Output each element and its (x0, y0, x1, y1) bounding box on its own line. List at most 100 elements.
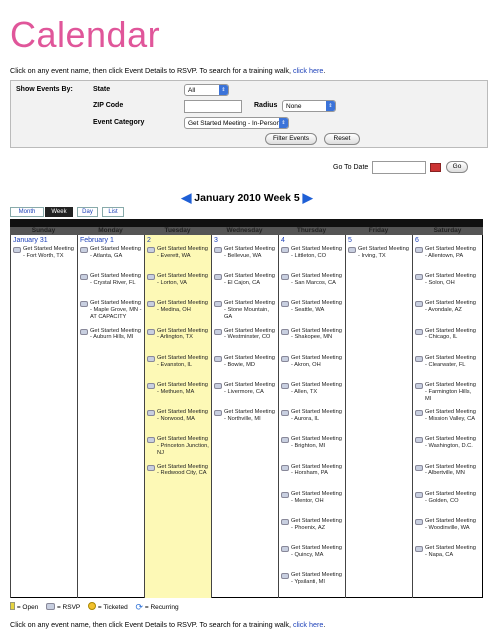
event-item[interactable]: Get Started Meeting - Crystal River, FL (80, 273, 142, 300)
event-name[interactable]: Get Started Meeting - Atlanta, GA (90, 246, 144, 260)
event-name[interactable]: Get Started Meeting - Livermore, CA (224, 382, 278, 396)
event-item[interactable]: Get Started Meeting - Woodinville, WA (415, 518, 477, 545)
prev-week-arrow-icon[interactable]: ◀ (181, 190, 191, 206)
event-name[interactable]: Get Started Meeting - Washington, D.C. (425, 436, 479, 450)
event-item[interactable]: Get Started Meeting - Norwood, MA (147, 409, 209, 436)
event-name[interactable]: Get Started Meeting - Quincy, MA (291, 545, 345, 559)
go-button[interactable]: Go (446, 161, 468, 173)
event-item[interactable]: Get Started Meeting - Atlanta, GA (80, 246, 142, 273)
day-date-link[interactable]: 5 (348, 237, 352, 244)
event-name[interactable]: Get Started Meeting - Mentor, OH (291, 491, 345, 505)
event-item[interactable]: Get Started Meeting - Lorton, VA (147, 273, 209, 300)
event-name[interactable]: Get Started Meeting - Seattle, WA (291, 300, 345, 314)
event-item[interactable]: Get Started Meeting - Avondale, AZ (415, 300, 477, 327)
event-name[interactable]: Get Started Meeting - Northville, MI (224, 409, 278, 423)
day-date-link[interactable]: February 1 (80, 237, 114, 244)
state-select[interactable]: All ⇕ (184, 84, 229, 96)
event-item[interactable]: Get Started Meeting - Ypsilanti, MI (281, 572, 343, 599)
event-name[interactable]: Get Started Meeting - Lorton, VA (157, 273, 211, 287)
event-item[interactable]: Get Started Meeting - Maple Grove, MN - … (80, 300, 142, 327)
event-name[interactable]: Get Started Meeting - Ypsilanti, MI (291, 572, 345, 586)
event-item[interactable]: Get Started Meeting - Everett, WA (147, 246, 209, 273)
filter-events-button[interactable]: Filter Events (265, 133, 317, 145)
event-item[interactable]: Get Started Meeting - Princeton Junction… (147, 436, 209, 463)
day-date-link[interactable]: 4 (281, 237, 285, 244)
event-name[interactable]: Get Started Meeting - Aurora, IL (291, 409, 345, 423)
event-item[interactable]: Get Started Meeting - Phoenix, AZ (281, 518, 343, 545)
event-name[interactable]: Get Started Meeting - Albertville, MN (425, 464, 479, 478)
event-item[interactable]: Get Started Meeting - San Marcos, CA (281, 273, 343, 300)
event-name[interactable]: Get Started Meeting - Everett, WA (157, 246, 211, 260)
event-item[interactable]: Get Started Meeting - Washington, D.C. (415, 436, 477, 463)
event-item[interactable]: Get Started Meeting - Methuen, MA (147, 382, 209, 409)
reset-button[interactable]: Reset (324, 133, 360, 145)
event-item[interactable]: Get Started Meeting - Mentor, OH (281, 491, 343, 518)
event-name[interactable]: Get Started Meeting - Fort Worth, TX (23, 246, 77, 260)
event-name[interactable]: Get Started Meeting - Arlington, TX (157, 328, 211, 342)
radius-select[interactable]: None ⇕ (282, 100, 336, 112)
event-name[interactable]: Get Started Meeting - Chicago, IL (425, 328, 479, 342)
event-name[interactable]: Get Started Meeting - Stone Mountain, GA (224, 300, 278, 320)
calendar-icon[interactable] (430, 163, 441, 172)
event-item[interactable]: Get Started Meeting - Allentown, PA (415, 246, 477, 273)
tab-week[interactable]: Week (45, 207, 73, 217)
event-item[interactable]: Get Started Meeting - Westminster, CO (214, 328, 276, 355)
event-name[interactable]: Get Started Meeting - Golden, CO (425, 491, 479, 505)
event-name[interactable]: Get Started Meeting - Solon, OH (425, 273, 479, 287)
event-item[interactable]: Get Started Meeting - Fort Worth, TX (13, 246, 75, 273)
event-name[interactable]: Get Started Meeting - Methuen, MA (157, 382, 211, 396)
day-date-link[interactable]: 3 (214, 237, 218, 244)
event-item[interactable]: Get Started Meeting - Quincy, MA (281, 545, 343, 572)
event-item[interactable]: Get Started Meeting - Albertville, MN (415, 464, 477, 491)
event-item[interactable]: Get Started Meeting - Littleton, CO (281, 246, 343, 273)
event-name[interactable]: Get Started Meeting - Littleton, CO (291, 246, 345, 260)
tab-list[interactable]: List (102, 207, 124, 217)
event-name[interactable]: Get Started Meeting - Maple Grove, MN - … (90, 300, 144, 320)
event-name[interactable]: Get Started Meeting - Horsham, PA (291, 464, 345, 478)
event-item[interactable]: Get Started Meeting - Irving, TX (348, 246, 410, 273)
event-name[interactable]: Get Started Meeting - El Cajon, CA (224, 273, 278, 287)
event-name[interactable]: Get Started Meeting - San Marcos, CA (291, 273, 345, 287)
event-name[interactable]: Get Started Meeting - Mission Valley, CA (425, 409, 479, 423)
event-name[interactable]: Get Started Meeting - Clearwater, FL (425, 355, 479, 369)
event-item[interactable]: Get Started Meeting - Chicago, IL (415, 328, 477, 355)
footer-training-walk-link[interactable]: click here (293, 620, 323, 629)
event-item[interactable]: Get Started Meeting - Auburn Hills, MI (80, 328, 142, 355)
training-walk-link[interactable]: click here (293, 66, 323, 75)
event-item[interactable]: Get Started Meeting - Mission Valley, CA (415, 409, 477, 436)
event-item[interactable]: Get Started Meeting - Arlington, TX (147, 328, 209, 355)
event-item[interactable]: Get Started Meeting - Akron, OH (281, 355, 343, 382)
day-date-link[interactable]: January 31 (13, 237, 48, 244)
event-name[interactable]: Get Started Meeting - Auburn Hills, MI (90, 328, 144, 342)
event-name[interactable]: Get Started Meeting - Brighton, MI (291, 436, 345, 450)
event-item[interactable]: Get Started Meeting - Medina, OH (147, 300, 209, 327)
event-name[interactable]: Get Started Meeting - Medina, OH (157, 300, 211, 314)
goto-date-input[interactable] (372, 161, 426, 174)
event-item[interactable]: Get Started Meeting - Farmington Hills, … (415, 382, 477, 409)
event-name[interactable]: Get Started Meeting - Princeton Junction… (157, 436, 211, 456)
event-item[interactable]: Get Started Meeting - Golden, CO (415, 491, 477, 518)
event-item[interactable]: Get Started Meeting - Evanston, IL (147, 355, 209, 382)
event-item[interactable]: Get Started Meeting - Stone Mountain, GA (214, 300, 276, 327)
event-item[interactable]: Get Started Meeting - Napa, CA (415, 545, 477, 572)
event-item[interactable]: Get Started Meeting - Clearwater, FL (415, 355, 477, 382)
tab-month[interactable]: Month (10, 207, 44, 217)
event-name[interactable]: Get Started Meeting - Allentown, PA (425, 246, 479, 260)
next-week-arrow-icon[interactable]: ▶ (303, 190, 313, 206)
event-name[interactable]: Get Started Meeting - Allen, TX (291, 382, 345, 396)
event-item[interactable]: Get Started Meeting - Brighton, MI (281, 436, 343, 463)
event-name[interactable]: Get Started Meeting - Napa, CA (425, 545, 479, 559)
event-name[interactable]: Get Started Meeting - Irving, TX (358, 246, 412, 260)
event-name[interactable]: Get Started Meeting - Phoenix, AZ (291, 518, 345, 532)
event-name[interactable]: Get Started Meeting - Bowie, MD (224, 355, 278, 369)
event-name[interactable]: Get Started Meeting - Redwood City, CA (157, 464, 211, 478)
event-name[interactable]: Get Started Meeting - Crystal River, FL (90, 273, 144, 287)
event-name[interactable]: Get Started Meeting - Farmington Hills, … (425, 382, 479, 402)
event-name[interactable]: Get Started Meeting - Shakopee, MN (291, 328, 345, 342)
category-select[interactable]: Get Started Meeting - In-Person ⇕ (184, 117, 289, 129)
event-name[interactable]: Get Started Meeting - Bellevue, WA (224, 246, 278, 260)
event-item[interactable]: Get Started Meeting - Aurora, IL (281, 409, 343, 436)
event-item[interactable]: Get Started Meeting - Livermore, CA (214, 382, 276, 409)
event-item[interactable]: Get Started Meeting - Bellevue, WA (214, 246, 276, 273)
event-item[interactable]: Get Started Meeting - El Cajon, CA (214, 273, 276, 300)
